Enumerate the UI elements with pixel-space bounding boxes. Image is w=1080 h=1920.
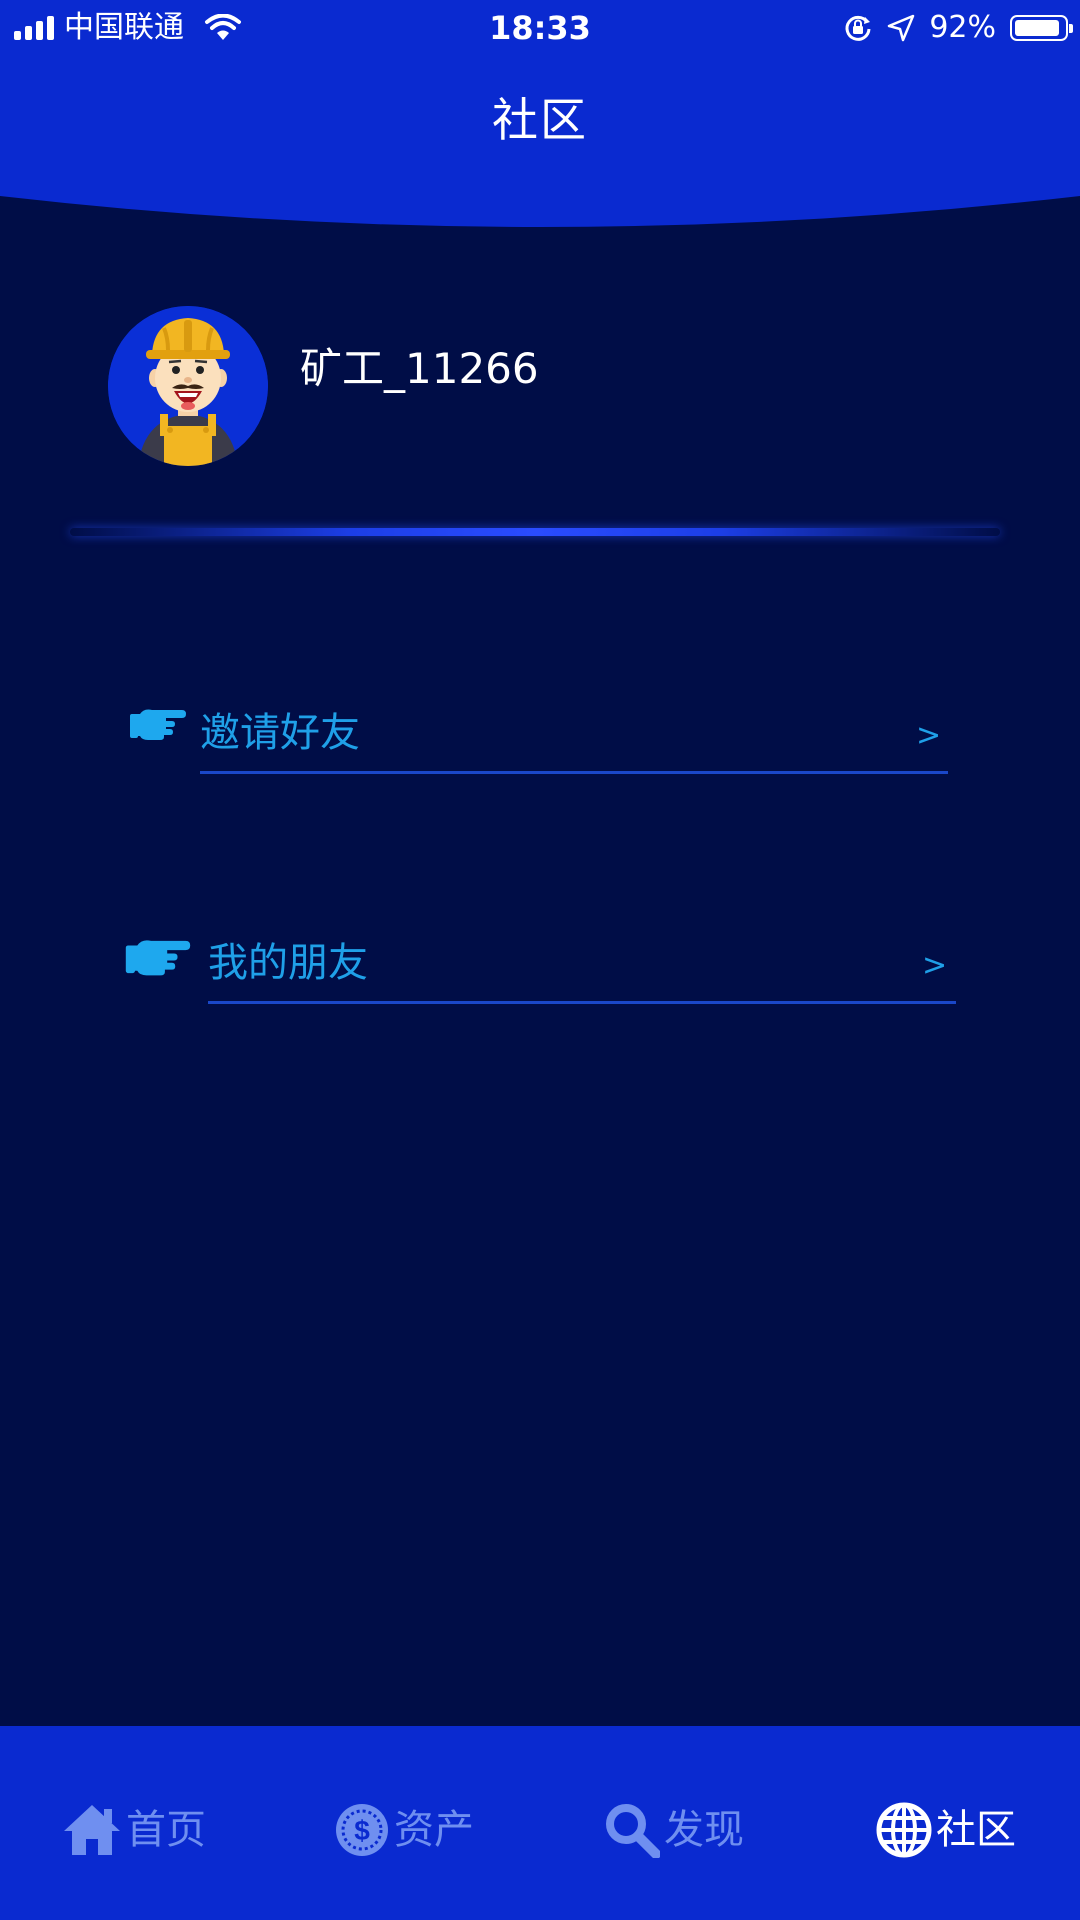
status-right-group: 92% — [843, 8, 1073, 48]
tab-home-label: 首页 — [126, 1807, 206, 1853]
tab-assets[interactable]: $ 资产 — [334, 1796, 474, 1864]
chevron-right-icon: > — [922, 948, 948, 983]
miner-avatar-icon — [108, 306, 268, 466]
battery-percent: 92% — [929, 10, 996, 45]
my-friends-underline — [208, 1001, 956, 1004]
profile-divider — [70, 528, 1000, 536]
tab-community[interactable]: 社区 — [876, 1796, 1016, 1864]
invite-friends-underline — [200, 771, 948, 774]
coin-icon: $ — [336, 1804, 388, 1856]
location-arrow-icon — [888, 14, 915, 42]
search-icon — [606, 1804, 660, 1858]
tab-home[interactable]: 首页 — [62, 1796, 206, 1864]
svg-text:$: $ — [354, 1815, 370, 1846]
page-title: 社区 — [492, 93, 588, 147]
screen: 中国联通 18:33 92% 社区 矿工_11266 邀请好友 > 我的朋友 >… — [0, 0, 1080, 1920]
tab-assets-label: 资产 — [394, 1807, 474, 1853]
pointing-hand-icon — [125, 940, 191, 976]
chevron-right-icon: > — [916, 718, 942, 753]
my-friends-label: 我的朋友 — [208, 940, 368, 986]
home-icon — [64, 1805, 120, 1855]
status-bar: 中国联通 18:33 92% — [0, 0, 1080, 56]
battery-icon — [1010, 15, 1073, 41]
invite-friends-row[interactable]: 邀请好友 > — [130, 700, 950, 780]
tab-community-label: 社区 — [936, 1807, 1016, 1853]
tab-discover[interactable]: 发现 — [604, 1796, 744, 1864]
invite-friends-label: 邀请好友 — [200, 710, 360, 756]
avatar[interactable] — [108, 306, 268, 466]
orientation-lock-icon — [845, 15, 871, 41]
battery-fill — [1015, 20, 1060, 36]
username: 矿工_11266 — [300, 344, 539, 393]
tab-bar: 首页 $ 资产 发现 社区 — [0, 1726, 1080, 1920]
globe-icon — [876, 1802, 932, 1858]
tab-discover-label: 发现 — [664, 1807, 744, 1853]
pointing-hand-icon — [130, 709, 186, 740]
my-friends-row[interactable]: 我的朋友 > — [122, 930, 958, 1010]
